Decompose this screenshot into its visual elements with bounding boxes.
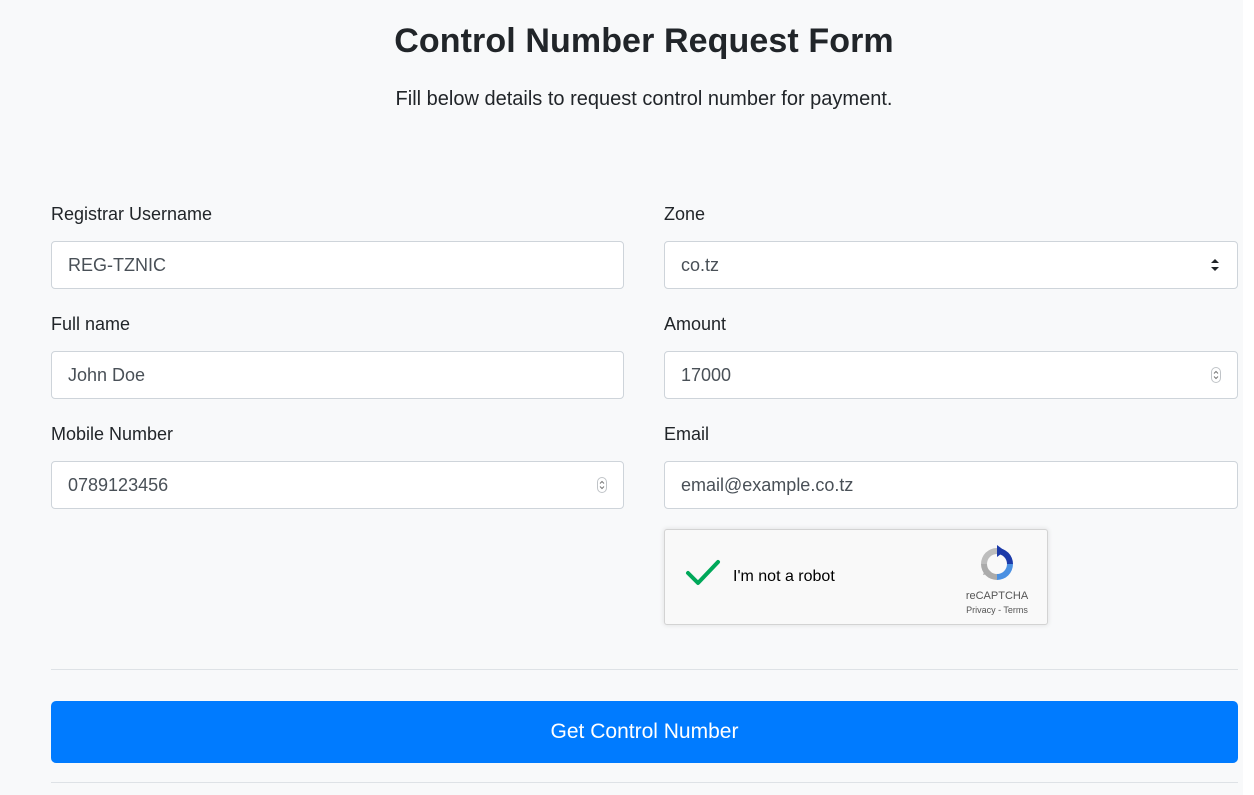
recaptcha-privacy-terms-links[interactable]: Privacy - Terms bbox=[949, 605, 1045, 615]
checkmark-icon[interactable] bbox=[685, 558, 721, 588]
recaptcha-brand: reCAPTCHA bbox=[965, 590, 1029, 602]
page-title: Control Number Request Form bbox=[394, 22, 894, 60]
mobile-number-label: Mobile Number bbox=[51, 424, 174, 444]
email-label: Email bbox=[664, 424, 710, 444]
divider-top bbox=[51, 669, 1238, 670]
recaptcha-logo-icon bbox=[977, 544, 1017, 584]
zone-value: co.tz bbox=[681, 254, 720, 275]
zone-label: Zone bbox=[664, 204, 706, 224]
zone-select[interactable]: co.tz bbox=[664, 241, 1238, 289]
select-caret-icon bbox=[1209, 256, 1221, 274]
full-name-label: Full name bbox=[51, 314, 131, 334]
registrar-username-value: REG-TZNIC bbox=[68, 254, 166, 275]
full-name-input[interactable]: John Doe bbox=[51, 351, 624, 399]
page-background: Control Number Request Form Fill below d… bbox=[0, 0, 1243, 795]
email-placeholder: email@example.co.tz bbox=[681, 474, 854, 495]
registrar-username-label: Registrar Username bbox=[51, 204, 213, 224]
amount-value: 17000 bbox=[681, 364, 732, 385]
email-input[interactable]: email@example.co.tz bbox=[664, 461, 1238, 509]
registrar-username-input[interactable]: REG-TZNIC bbox=[51, 241, 624, 289]
full-name-value: John Doe bbox=[68, 364, 146, 385]
recaptcha-widget[interactable]: I'm not a robot reCAPTCHA Privacy - Term… bbox=[664, 529, 1048, 625]
mobile-number-input[interactable]: 0789123456 bbox=[51, 461, 624, 509]
spinner-icon[interactable] bbox=[597, 477, 607, 493]
divider-bottom bbox=[51, 782, 1238, 783]
get-control-number-button[interactable]: Get Control Number bbox=[51, 701, 1238, 763]
mobile-number-value: 0789123456 bbox=[68, 474, 169, 495]
page-subtitle: Fill below details to request control nu… bbox=[395, 88, 893, 110]
recaptcha-label: I'm not a robot bbox=[733, 568, 835, 585]
amount-label: Amount bbox=[664, 314, 727, 334]
amount-input[interactable]: 17000 bbox=[664, 351, 1238, 399]
spinner-icon[interactable] bbox=[1211, 367, 1221, 383]
